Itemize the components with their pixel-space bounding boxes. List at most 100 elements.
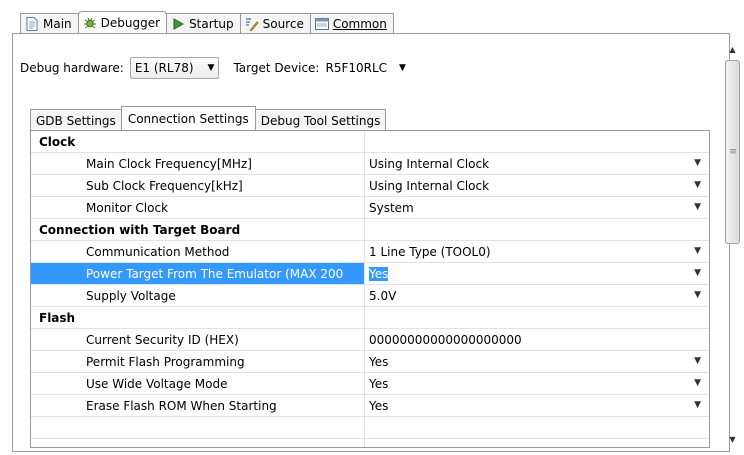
property-value: Yes — [369, 398, 389, 413]
chevron-down-icon[interactable]: ▼ — [694, 268, 701, 278]
property-row[interactable]: Current Security ID (HEX) 000000000000000… — [31, 329, 709, 351]
property-value-cell — [365, 131, 709, 152]
debug-hardware-label: Debug hardware: — [20, 61, 124, 75]
tab-gdb-settings-label: GDB Settings — [36, 113, 116, 128]
property-name: Permit Flash Programming — [31, 351, 365, 372]
tab-source[interactable]: Source — [239, 13, 311, 34]
debug-hardware-value: E1 (RL78) — [134, 61, 194, 75]
property-value-cell[interactable]: Yes ▼ — [365, 395, 709, 416]
target-device-select[interactable]: R5F10RLC ▼ — [321, 57, 409, 79]
property-name: Current Security ID (HEX) — [31, 329, 365, 350]
property-name: Supply Voltage — [31, 285, 365, 306]
chevron-down-icon[interactable]: ▼ — [694, 400, 701, 410]
target-device-label: Target Device: — [233, 61, 320, 75]
tab-connection-settings-label: Connection Settings — [127, 112, 249, 126]
grip-icon: ≡ — [729, 147, 736, 157]
tab-debugger-label: Debugger — [100, 16, 161, 30]
property-row[interactable]: Erase Flash ROM When Starting Yes ▼ — [31, 395, 709, 417]
tab-debug-tool-settings[interactable]: Debug Tool Settings — [254, 109, 387, 131]
tab-startup-label: Startup — [189, 17, 234, 31]
property-value: Using Internal Clock — [369, 156, 490, 171]
property-value: System — [369, 200, 414, 215]
property-row[interactable]: Supply Voltage 5.0V ▼ — [31, 285, 709, 307]
tab-connection-settings[interactable]: Connection Settings — [120, 106, 256, 131]
bug-icon — [83, 16, 97, 30]
property-value-cell[interactable]: Yes ▼ — [365, 263, 709, 284]
property-value: Using Internal Clock — [369, 178, 490, 193]
chevron-down-icon: ▼ — [399, 63, 406, 73]
property-value: 1 Line Type (TOOL0) — [369, 244, 491, 259]
property-name: Monitor Clock — [31, 197, 365, 218]
chevron-down-icon[interactable]: ▼ — [694, 356, 701, 366]
property-value-cell — [365, 439, 709, 447]
property-value: 00000000000000000000 — [369, 332, 522, 347]
play-icon — [171, 17, 185, 31]
property-name: Connection with Target Board — [31, 219, 365, 240]
vertical-scrollbar[interactable]: ▲ ≡ ▼ — [724, 42, 741, 446]
category-row: Clock — [31, 131, 709, 153]
property-row[interactable]: Monitor Clock System ▼ — [31, 197, 709, 219]
chevron-down-icon[interactable]: ▼ — [694, 290, 701, 300]
property-value: Yes — [369, 354, 389, 369]
property-row[interactable]: Communication Method 1 Line Type (TOOL0) ▼ — [31, 241, 709, 263]
property-name: Sub Clock Frequency[kHz] — [31, 175, 365, 196]
scroll-down-icon[interactable]: ▼ — [724, 432, 741, 446]
launch-config-tabs: Main Debugger Startup Source Common — [20, 11, 394, 34]
property-value-cell[interactable]: Yes ▼ — [365, 373, 709, 394]
chevron-down-icon[interactable]: ▼ — [694, 158, 701, 168]
settings-tabs: GDB Settings Connection Settings Debug T… — [30, 106, 387, 131]
property-name: Power Target From The Emulator (MAX 200 — [31, 263, 365, 284]
chevron-down-icon[interactable]: ▼ — [694, 378, 701, 388]
source-icon — [245, 17, 259, 31]
category-row: Flash — [31, 307, 709, 329]
debug-hardware-select[interactable]: E1 (RL78) ▼ — [129, 57, 220, 79]
chevron-down-icon[interactable]: ▼ — [694, 180, 701, 190]
chevron-down-icon[interactable]: ▼ — [694, 202, 701, 212]
property-value-cell[interactable]: 00000000000000000000 — [365, 329, 709, 350]
chevron-down-icon[interactable]: ▼ — [694, 246, 701, 256]
property-value-cell — [365, 417, 709, 438]
connection-settings-table: Clock Main Clock Frequency[MHz] Using Inte… — [30, 130, 710, 448]
property-value: Yes — [369, 376, 389, 391]
tab-debug-tool-settings-label: Debug Tool Settings — [260, 113, 381, 128]
scroll-up-icon[interactable]: ▲ — [724, 42, 741, 56]
property-value-cell — [365, 307, 709, 328]
tab-startup[interactable]: Startup — [166, 13, 241, 34]
empty-row — [31, 439, 709, 447]
tab-main[interactable]: Main — [20, 13, 79, 34]
tab-debugger[interactable]: Debugger — [77, 11, 168, 34]
property-row[interactable]: Power Target From The Emulator (MAX 200 Y… — [31, 263, 709, 285]
property-value: 5.0V — [369, 288, 397, 303]
property-value-cell[interactable]: System ▼ — [365, 197, 709, 218]
property-row[interactable]: Permit Flash Programming Yes ▼ — [31, 351, 709, 373]
property-name: Erase Flash ROM When Starting — [31, 395, 365, 416]
tab-common[interactable]: Common — [309, 13, 394, 34]
category-row: Connection with Target Board — [31, 219, 709, 241]
property-name: Communication Method — [31, 241, 365, 262]
tab-common-label: Common — [332, 17, 387, 31]
target-device-value: R5F10RLC — [325, 61, 388, 75]
scroll-thumb[interactable]: ≡ — [725, 60, 740, 244]
page-icon — [25, 17, 39, 31]
tab-gdb-settings[interactable]: GDB Settings — [30, 109, 122, 131]
tab-main-label: Main — [43, 17, 72, 31]
property-row[interactable]: Main Clock Frequency[MHz] Using Internal … — [31, 153, 709, 175]
tab-source-label: Source — [262, 17, 304, 31]
property-name: Main Clock Frequency[MHz] — [31, 153, 365, 174]
hardware-row: Debug hardware: E1 (RL78) ▼ Target Devic… — [20, 56, 410, 80]
property-value-cell[interactable]: Yes ▼ — [365, 351, 709, 372]
property-value-cell[interactable]: 1 Line Type (TOOL0) ▼ — [365, 241, 709, 262]
property-name: Flash — [31, 307, 365, 328]
property-value-cell[interactable]: Using Internal Clock ▼ — [365, 175, 709, 196]
property-value: Yes — [369, 266, 389, 281]
property-row[interactable]: Sub Clock Frequency[kHz] Using Internal C… — [31, 175, 709, 197]
property-value-cell — [365, 219, 709, 240]
property-row[interactable]: Use Wide Voltage Mode Yes ▼ — [31, 373, 709, 395]
property-name: Clock — [31, 131, 365, 152]
property-value-cell[interactable]: 5.0V ▼ — [365, 285, 709, 306]
property-value-cell[interactable]: Using Internal Clock ▼ — [365, 153, 709, 174]
property-name — [31, 439, 365, 447]
chevron-down-icon: ▼ — [207, 63, 215, 73]
property-name — [31, 417, 365, 438]
common-icon — [314, 17, 329, 31]
